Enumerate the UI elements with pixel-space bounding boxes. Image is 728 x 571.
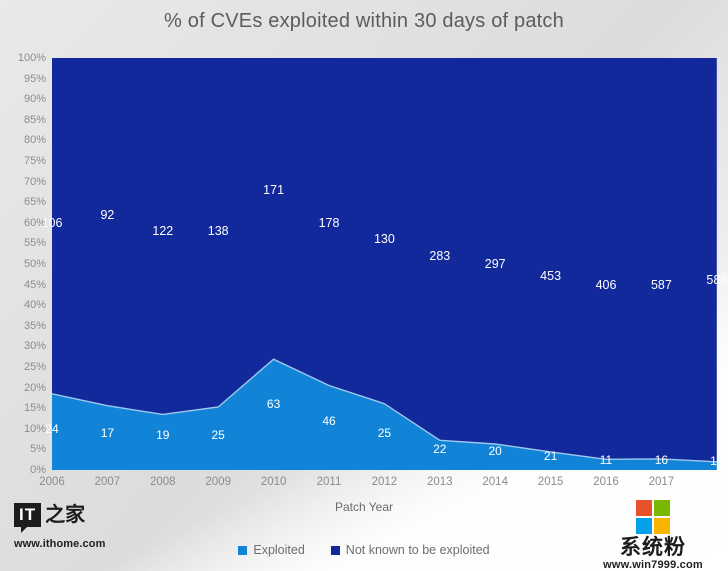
ms-square-green — [654, 500, 670, 516]
chart-plot-area — [52, 58, 728, 470]
x-axis-tick: 2008 — [150, 476, 176, 488]
legend-swatch-icon — [330, 545, 340, 555]
y-axis: 100% 95% 90% 85% 80% 75% 70% 65% 60% 55% 50% 45% 40%… — [0, 52, 46, 476]
x-axis-tick: 2014 — [482, 476, 508, 488]
ms-square-yellow — [654, 518, 670, 534]
y-axis-tick: 95% — [23, 72, 46, 85]
y-axis-tick: 5% — [30, 443, 46, 456]
area-chart-svg — [52, 58, 717, 470]
legend-label: Exploited — [253, 543, 305, 557]
y-axis-tick: 85% — [23, 113, 46, 126]
legend-item-not-known-to-be-exploited: Not known to be exploited — [330, 543, 490, 557]
chart-plot-region: 106 92 122 138 171 178 130 283 297 453 406 587 588 24… — [42, 58, 728, 470]
page-title: % of CVEs exploited within 30 days of pa… — [164, 10, 564, 32]
ithome-url: www.ithome.com — [14, 538, 106, 550]
y-axis-tick: 0% — [30, 464, 46, 476]
y-axis-tick: 75% — [23, 155, 46, 167]
y-axis-tick: 35% — [23, 319, 46, 332]
y-axis-tick: 30% — [23, 340, 46, 353]
x-axis-tick: 2017 — [648, 476, 675, 488]
y-axis-tick: 15% — [23, 402, 46, 415]
y-axis-tick: 100% — [17, 52, 46, 64]
x-axis-tick: 2015 — [537, 476, 564, 488]
x-axis-tick: 2006 — [39, 476, 65, 488]
x-axis: 2006 2007 2008 2009 2010 2011 2012 2013 2014 2015… — [39, 476, 728, 494]
y-axis-tick: 80% — [23, 134, 46, 147]
ithome-badge-text: IT — [14, 503, 42, 533]
x-axis-tick: 2009 — [205, 476, 231, 488]
x-axis-tick: 2016 — [593, 476, 619, 488]
win7999-url: www.win7999.com — [603, 559, 703, 571]
x-axis-tick: 2013 — [427, 476, 453, 488]
y-axis-tick: 50% — [23, 258, 46, 270]
legend-item-exploited: Exploited — [238, 543, 305, 557]
series-area-not-known-to-be-exploited — [52, 58, 717, 462]
y-axis-tick: 60% — [23, 216, 46, 229]
watermark-ithome: IT 之家 www.ithome.com — [14, 503, 134, 550]
legend-swatch-icon — [238, 545, 248, 555]
y-axis-tick: 90% — [23, 93, 46, 106]
y-axis-tick: 25% — [23, 361, 46, 373]
ithome-logo-icon: IT 之家 — [14, 503, 134, 533]
ms-square-red — [636, 500, 652, 516]
x-axis-tick: 2012 — [371, 476, 398, 488]
legend-label: Not known to be exploited — [345, 543, 490, 557]
ms-square-blue — [636, 518, 652, 534]
slide-canvas: % of CVEs exploited within 30 days of pa… — [0, 0, 728, 571]
microsoft-logo-icon — [636, 500, 670, 534]
y-axis-tick: 40% — [23, 299, 46, 312]
y-axis-tick: 45% — [23, 278, 46, 291]
y-axis-tick: 20% — [23, 381, 46, 394]
x-axis-tick: 2007 — [94, 476, 121, 488]
win7999-name: 系统粉 — [620, 535, 686, 559]
ithome-cjk-text: 之家 — [45, 502, 86, 526]
x-axis-tick: 2011 — [316, 476, 342, 488]
y-axis-tick: 55% — [23, 237, 46, 250]
y-axis-tick: 70% — [23, 175, 46, 188]
x-axis-tick: 2010 — [260, 476, 287, 488]
watermark-win7999: 系统粉 www.win7999.com — [588, 500, 718, 571]
y-axis-tick: 10% — [23, 422, 46, 435]
y-axis-tick: 65% — [23, 196, 46, 209]
